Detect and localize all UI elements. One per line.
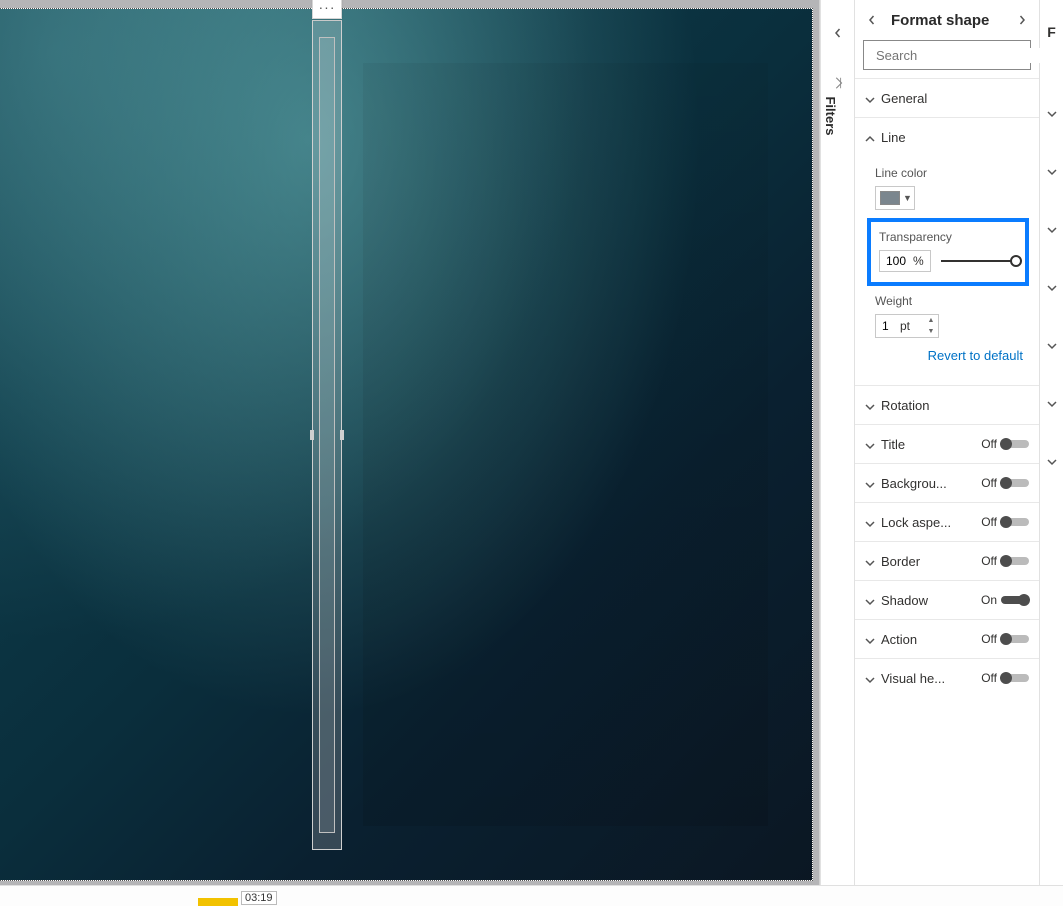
right-pane-sliver: F (1039, 0, 1063, 885)
section-lock-aspect-label: Lock aspe... (881, 515, 975, 530)
resize-handle-right[interactable] (340, 430, 344, 440)
chevron-down-icon[interactable] (1047, 152, 1057, 192)
section-shadow-label: Shadow (881, 593, 975, 608)
section-border[interactable]: Border Off (855, 542, 1039, 580)
format-pane-header: Format shape (855, 0, 1039, 40)
section-title-label: Title (881, 437, 975, 452)
title-toggle[interactable] (1001, 440, 1029, 448)
lock-aspect-toggle[interactable] (1001, 518, 1029, 526)
transparency-input-wrap[interactable]: % (879, 250, 931, 272)
chevron-down-icon[interactable] (1047, 326, 1057, 366)
border-toggle-state: Off (981, 554, 997, 568)
revert-to-default-link[interactable]: Revert to default (928, 348, 1023, 363)
report-canvas[interactable]: ··· (0, 0, 820, 885)
title-toggle-state: Off (981, 437, 997, 451)
filters-tab-label: Filters (823, 96, 838, 135)
section-general[interactable]: General (855, 79, 1039, 117)
transparency-unit: % (913, 254, 924, 268)
search-input[interactable] (876, 48, 1052, 63)
line-color-picker[interactable]: ▼ (875, 186, 915, 210)
section-action[interactable]: Action Off (855, 620, 1039, 658)
chevron-down-icon (865, 517, 875, 527)
chevron-down-icon (865, 673, 875, 683)
timeline-time: 03:19 (241, 891, 277, 905)
chevron-down-icon (865, 595, 875, 605)
section-lock-aspect[interactable]: Lock aspe... Off (855, 503, 1039, 541)
transparency-group-highlight: Transparency % (867, 218, 1029, 286)
shadow-toggle-state: On (981, 593, 997, 607)
pane-next-button[interactable] (1013, 11, 1031, 29)
expand-filters-icon (831, 76, 845, 90)
spinner-down-icon[interactable]: ▼ (926, 328, 936, 335)
timeline-strip: 03:19 (0, 885, 1063, 906)
chevron-down-icon (865, 556, 875, 566)
format-pane: Format shape General Line (854, 0, 1039, 885)
slider-track (941, 260, 1017, 262)
chevron-left-icon (833, 26, 843, 41)
filters-pane-collapsed[interactable]: Filters (820, 0, 854, 885)
weight-value-input[interactable] (882, 319, 896, 333)
transparency-value-input[interactable] (886, 254, 910, 268)
section-visual-header[interactable]: Visual he... Off (855, 659, 1039, 697)
chevron-up-icon (865, 132, 875, 142)
format-search-box[interactable] (863, 40, 1031, 70)
image-visual (363, 63, 768, 826)
chevron-down-icon (865, 93, 875, 103)
pane-title: Format shape (885, 12, 1009, 29)
chevron-down-icon[interactable] (1047, 442, 1057, 482)
pane-collapse-button[interactable] (863, 11, 881, 29)
page-outline (0, 8, 813, 881)
selected-shape[interactable]: ··· (312, 20, 342, 850)
section-border-label: Border (881, 554, 975, 569)
chevron-down-icon (865, 634, 875, 644)
section-line[interactable]: Line (855, 118, 1039, 156)
section-action-label: Action (881, 632, 975, 647)
resize-handle-left[interactable] (310, 430, 314, 440)
section-title[interactable]: Title Off (855, 425, 1039, 463)
section-line-body: Line color ▼ Transparency % (855, 156, 1039, 385)
transparency-slider[interactable] (941, 255, 1017, 267)
weight-input-wrap[interactable]: pt ▲ ▼ (875, 314, 939, 338)
section-rotation-label: Rotation (881, 398, 1029, 413)
chevron-down-icon[interactable] (1047, 94, 1057, 134)
chevron-down-icon (865, 478, 875, 488)
background-toggle[interactable] (1001, 479, 1029, 487)
ellipsis-icon: ··· (319, 0, 336, 15)
sliver-letter: F (1047, 24, 1056, 40)
timeline-marker[interactable] (198, 898, 238, 906)
section-background[interactable]: Backgrou... Off (855, 464, 1039, 502)
spinner-up-icon[interactable]: ▲ (926, 317, 936, 324)
line-color-label: Line color (875, 166, 1027, 180)
action-toggle-state: Off (981, 632, 997, 646)
transparency-label: Transparency (879, 230, 1017, 244)
weight-label: Weight (875, 294, 1027, 308)
lock-aspect-toggle-state: Off (981, 515, 997, 529)
visual-header-toggle-state: Off (981, 671, 997, 685)
weight-spinner[interactable]: ▲ ▼ (926, 317, 936, 335)
visual-options-button[interactable]: ··· (312, 0, 342, 19)
visual-header-toggle[interactable] (1001, 674, 1029, 682)
chevron-down-icon[interactable] (1047, 210, 1057, 250)
section-background-label: Backgrou... (881, 476, 975, 491)
selected-shape-inner (319, 37, 335, 833)
action-toggle[interactable] (1001, 635, 1029, 643)
shadow-toggle[interactable] (1001, 596, 1029, 604)
chevron-down-icon[interactable] (1047, 268, 1057, 308)
section-rotation[interactable]: Rotation (855, 386, 1039, 424)
chevron-down-icon[interactable] (1047, 384, 1057, 424)
chevron-down-icon (865, 400, 875, 410)
border-toggle[interactable] (1001, 557, 1029, 565)
line-color-swatch (880, 191, 900, 205)
chevron-down-icon (865, 439, 875, 449)
page-background (0, 9, 812, 880)
slider-knob[interactable] (1010, 255, 1022, 267)
section-line-label: Line (881, 130, 1029, 145)
weight-unit: pt (900, 319, 910, 333)
background-toggle-state: Off (981, 476, 997, 490)
caret-down-icon: ▼ (903, 193, 912, 203)
section-general-label: General (881, 91, 1029, 106)
section-shadow[interactable]: Shadow On (855, 581, 1039, 619)
section-visual-header-label: Visual he... (881, 671, 975, 686)
